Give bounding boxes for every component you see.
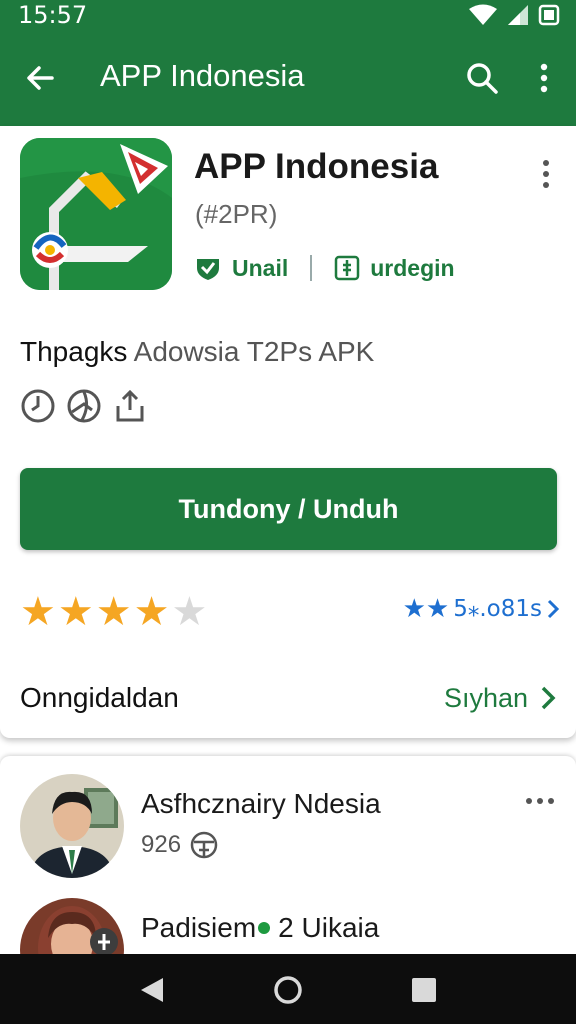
verified-badge-label: Unail <box>232 254 289 281</box>
rating-stars: ★ ★ ★ ★ ★ <box>20 592 207 632</box>
app-logo-graphic <box>20 138 172 290</box>
subtitle-lead: Thpagks <box>20 336 128 367</box>
section-title: Onngidaldan <box>20 682 179 713</box>
status-bar: 15:57 <box>0 0 576 34</box>
online-dot-icon <box>258 922 271 934</box>
overflow-menu-button[interactable] <box>522 54 566 102</box>
review-count-link[interactable]: ★★ 5⁎.o81s <box>403 594 560 624</box>
developer-2-suffix: 2 Uikaia <box>278 912 380 943</box>
meta-icons <box>20 388 148 424</box>
triangle-back-icon <box>141 978 163 1002</box>
search-icon <box>467 63 498 94</box>
star-filled-icon: ★ <box>57 589 94 635</box>
search-button[interactable] <box>458 54 506 102</box>
more-vertical-icon <box>543 160 549 188</box>
verified-badge[interactable]: Unail <box>194 254 288 282</box>
app-bar: APP Indonesia <box>0 34 576 126</box>
battery-icon <box>538 4 560 26</box>
status-icons <box>468 4 560 26</box>
developer-2-name-text: Padisiem <box>141 912 257 943</box>
section-action-link[interactable]: Sıyhan <box>444 676 556 720</box>
app-options-button[interactable] <box>528 154 564 194</box>
app-details-card: APP Indonesia (#2PR) Unail urdegin Thpag… <box>0 126 576 738</box>
star-filled-icon: ★ <box>133 589 170 635</box>
circle-home-icon <box>274 976 302 1004</box>
more-vertical-icon <box>540 63 548 93</box>
review-count: 5⁎.o81s <box>453 596 542 622</box>
nav-back-button[interactable] <box>130 968 174 1012</box>
globe-icon[interactable] <box>66 388 102 424</box>
badge-row: Unail urdegin <box>194 250 455 286</box>
category-badge-label: urdegin <box>370 254 455 281</box>
star-icon: ★★ <box>402 594 450 624</box>
download-badge-icon <box>190 831 218 859</box>
star-filled-icon: ★ <box>20 589 56 635</box>
signal-icon <box>508 5 528 25</box>
nav-recents-button[interactable] <box>402 968 446 1012</box>
subtitle-rest: Adowsia T2Ps APK <box>127 336 375 367</box>
back-button[interactable] <box>16 54 64 102</box>
chevron-right-icon <box>541 686 556 710</box>
app-name: APP Indonesia <box>194 147 439 186</box>
developer-count: 926 <box>141 830 219 860</box>
developer-2-name[interactable]: Padisiem 2 Uikaia <box>141 910 379 946</box>
app-version: (#2PR) <box>195 199 278 229</box>
chevron-right-icon <box>547 599 560 619</box>
more-horizontal-icon <box>526 798 554 804</box>
share-icon[interactable] <box>112 388 148 424</box>
app-bar-title: APP Indonesia <box>100 58 305 93</box>
install-button[interactable]: Tundony / Unduh <box>20 468 557 550</box>
section-action-label: Sıyhan <box>443 683 528 713</box>
developer-count-value: 926 <box>141 831 182 858</box>
developer-list-card: Asfhcznairy Ndesia 926 Padisiem 2 Uikaia <box>0 756 576 966</box>
app-logo-icon[interactable] <box>20 138 172 290</box>
clock-icon[interactable] <box>20 388 56 424</box>
section-row: Onngidaldan Sıyhan <box>20 676 556 720</box>
app-subtitle: Thpagks Adowsia T2Ps APK <box>20 332 374 372</box>
category-badge[interactable]: urdegin <box>334 254 455 282</box>
square-recents-icon <box>412 978 436 1002</box>
star-empty-icon: ★ <box>171 589 208 635</box>
status-time: 15:57 <box>18 1 88 29</box>
developer-more-button[interactable] <box>522 786 558 816</box>
developer-avatar[interactable] <box>20 774 124 878</box>
star-filled-icon: ★ <box>95 589 132 635</box>
badge-divider <box>310 255 313 281</box>
navigation-bar <box>0 954 576 1024</box>
category-box-icon <box>334 255 360 281</box>
wifi-icon <box>469 4 497 25</box>
nav-home-button[interactable] <box>266 968 310 1012</box>
shield-check-icon <box>197 259 219 280</box>
developer-name[interactable]: Asfhcznairy Ndesia <box>141 786 381 822</box>
arrow-back-icon <box>27 66 54 90</box>
